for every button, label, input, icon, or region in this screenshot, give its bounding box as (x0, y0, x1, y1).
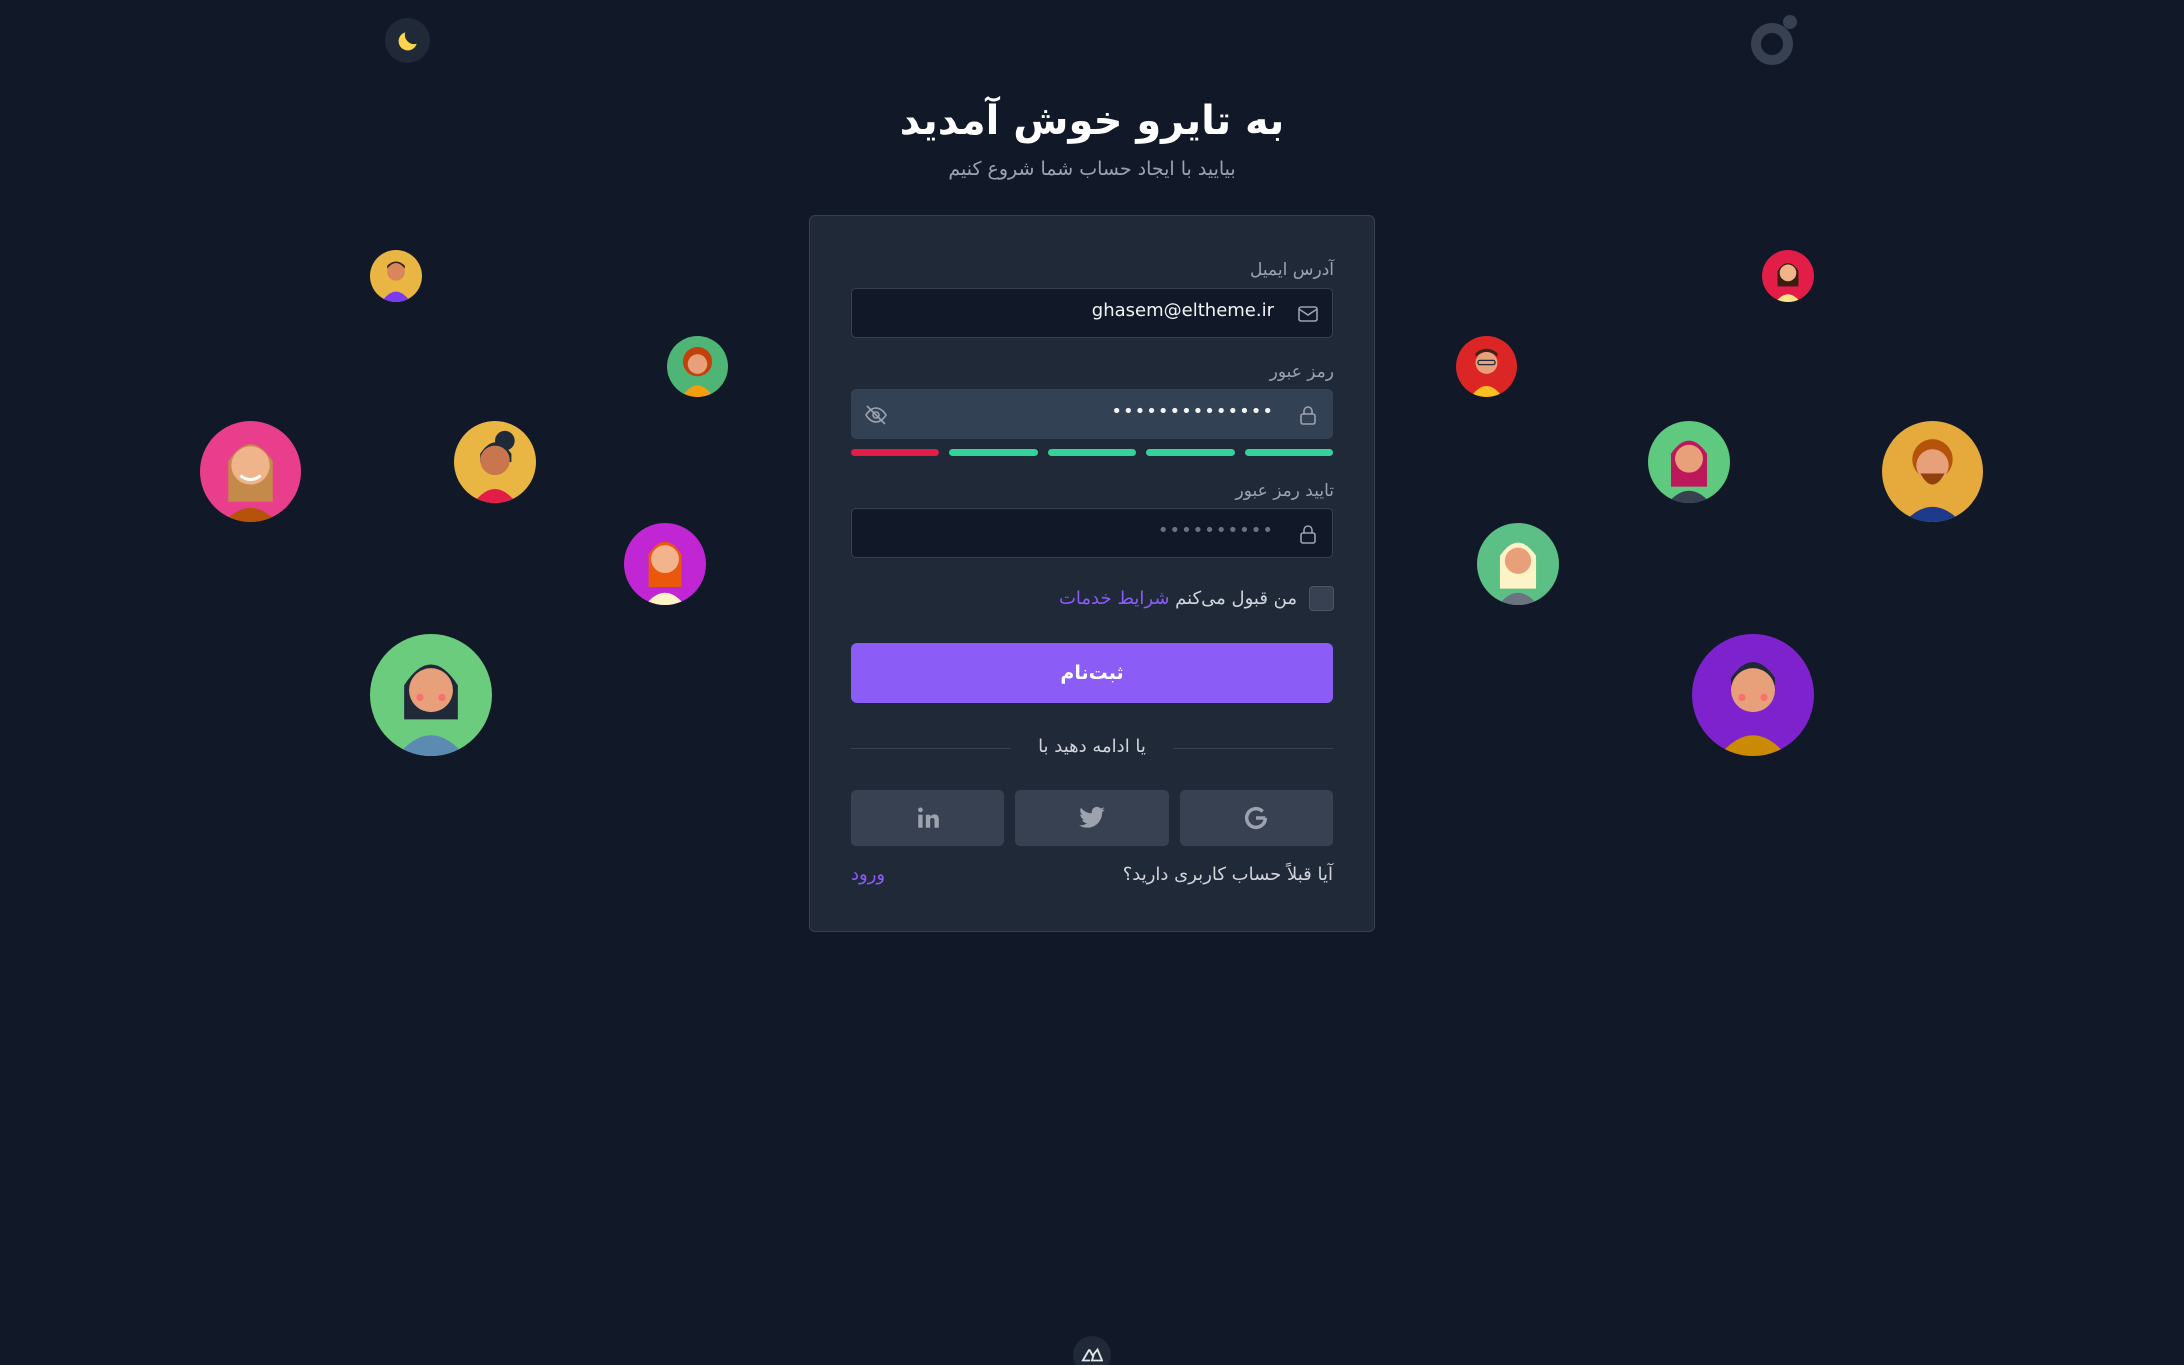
terms-text: من قبول می‌کنم شرایط خدمات (1059, 588, 1297, 609)
password-label: رمز عبور (1269, 362, 1334, 382)
avatar (1477, 523, 1559, 605)
confirm-password-label: تایید رمز عبور (1235, 481, 1334, 501)
terms-row: من قبول می‌کنم شرایط خدمات (1059, 586, 1334, 611)
password-field[interactable]: •••••••••••••• (851, 389, 1333, 439)
twitter-icon (1079, 806, 1105, 828)
avatar (200, 421, 301, 522)
page-title: به تایرو خوش آمدید (899, 98, 1285, 144)
terms-link[interactable]: شرایط خدمات (1059, 588, 1169, 609)
avatar (454, 421, 536, 503)
email-label: آدرس ایمیل (1250, 260, 1334, 280)
avatar (667, 336, 728, 397)
confirm-password-field[interactable]: •••••••••• (851, 508, 1333, 558)
divider: یا ادامه دهید با (851, 736, 1333, 760)
eye-off-icon[interactable] (864, 403, 888, 427)
linkedin-button[interactable] (851, 790, 1005, 846)
email-value: ghasem@eltheme.ir (1091, 300, 1274, 321)
avatar (1762, 250, 1814, 302)
google-icon (1245, 806, 1268, 830)
strength-segment (1047, 449, 1137, 456)
divider-text: یا ادامه دهید با (1038, 736, 1146, 757)
avatar (1648, 421, 1730, 503)
avatar (1882, 421, 1983, 522)
page-subtitle: بیایید با ایجاد حساب شما شروع کنیم (948, 158, 1236, 180)
brand-logo-icon[interactable] (1748, 12, 1800, 68)
twitter-button[interactable] (1015, 790, 1169, 846)
password-strength-meter (851, 449, 1334, 456)
signup-card: آدرس ایمیل ghasem@eltheme.ir رمز عبور ••… (809, 215, 1375, 932)
avatar (1456, 336, 1517, 397)
moon-icon (398, 31, 417, 50)
terms-checkbox[interactable] (1309, 586, 1334, 611)
strength-segment (1244, 449, 1334, 456)
avatar (1692, 634, 1814, 756)
email-field[interactable]: ghasem@eltheme.ir (851, 288, 1333, 338)
google-button[interactable] (1179, 790, 1333, 846)
strength-segment (949, 449, 1038, 456)
signup-button[interactable]: ثبت‌نام (851, 643, 1333, 703)
have-account-text: آیا قبلاً حساب کاربری دارید؟ (1122, 864, 1333, 885)
theme-toggle-button[interactable] (385, 18, 430, 63)
strength-segment (851, 449, 940, 456)
avatar (370, 634, 492, 756)
lock-icon (1300, 406, 1316, 425)
terms-prefix: من قبول می‌کنم (1175, 588, 1297, 609)
confirm-password-placeholder: •••••••••• (1157, 520, 1274, 541)
lock-icon (1300, 525, 1316, 544)
strength-segment (1146, 449, 1235, 456)
login-row: آیا قبلاً حساب کاربری دارید؟ ورود (851, 864, 1333, 885)
nuxt-logo-icon (1073, 1336, 1111, 1365)
avatar (370, 250, 422, 302)
linkedin-icon (917, 807, 939, 828)
login-link[interactable]: ورود (851, 864, 885, 885)
password-value: •••••••••••••• (1111, 401, 1274, 422)
mail-icon (1298, 306, 1318, 322)
social-buttons (851, 790, 1333, 846)
avatar (624, 523, 706, 605)
